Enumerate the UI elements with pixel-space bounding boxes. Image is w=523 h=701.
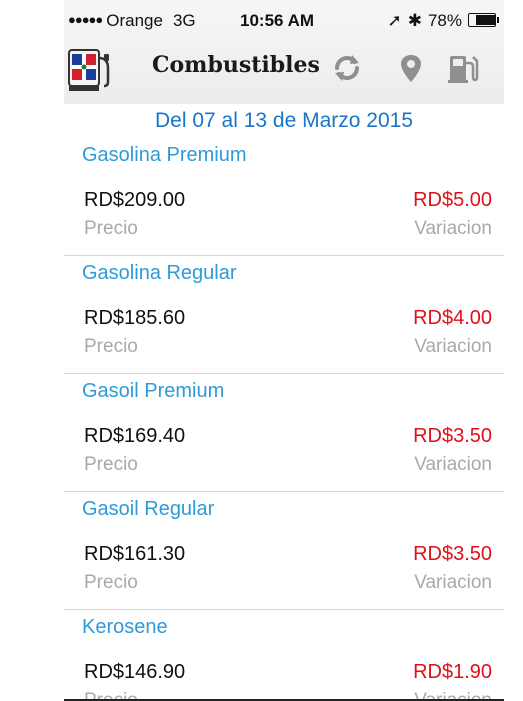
- price-label: Precio: [84, 218, 138, 239]
- fuel-price-list: Gasolina Premium RD$209.00 Precio RD$5.0…: [64, 138, 504, 701]
- variation-value: RD$4.00: [413, 307, 492, 329]
- price-label: Precio: [84, 454, 138, 475]
- carrier-name: Orange: [106, 11, 163, 30]
- list-item[interactable]: Gasoil Premium RD$169.40 Precio RD$3.50 …: [64, 374, 504, 492]
- phone-screen: ●●●●● Orange 3G 10:56 AM ➚ ✱ 78% Combustible…: [64, 0, 504, 701]
- price-value: RD$161.30: [84, 543, 186, 565]
- price-value: RD$146.90: [84, 661, 186, 683]
- variation-label: Variacion: [414, 336, 492, 357]
- fuel-name: Gasolina Premium: [82, 144, 247, 166]
- bluetooth-icon: ✱: [407, 11, 422, 30]
- date-range: Del 07 al 13 de Marzo 2015: [155, 109, 413, 132]
- variation-label: Variacion: [414, 572, 492, 593]
- battery-percent: 78%: [427, 11, 462, 30]
- price-value: RD$185.60: [84, 307, 186, 329]
- price-value: RD$209.00: [84, 189, 186, 211]
- refresh-icon[interactable]: [330, 51, 364, 85]
- price-label: Precio: [84, 336, 138, 357]
- fuel-name: Gasoil Premium: [82, 380, 225, 402]
- variation-label: Variacion: [414, 454, 492, 475]
- variation-value: RD$3.50: [413, 543, 492, 565]
- app-logo-icon[interactable]: [66, 46, 112, 94]
- battery-icon: [468, 13, 499, 27]
- status-time: 10:56 AM: [240, 11, 315, 30]
- status-bar: ●●●●● Orange 3G 10:56 AM ➚ ✱ 78%: [64, 0, 504, 42]
- nav-bar: Combustibles: [64, 42, 504, 104]
- list-item[interactable]: Gasolina Premium RD$209.00 Precio RD$5.0…: [64, 138, 504, 256]
- list-item[interactable]: Gasolina Regular RD$185.60 Precio RD$4.0…: [64, 256, 504, 374]
- price-value: RD$169.40: [84, 425, 186, 447]
- location-pin-icon[interactable]: [394, 51, 428, 85]
- app-title: Combustibles: [152, 52, 320, 78]
- variation-value: RD$5.00: [413, 189, 492, 211]
- list-item[interactable]: Kerosene RD$146.90 Precio RD$1.90 Variac…: [64, 610, 504, 701]
- variation-label: Variacion: [414, 218, 492, 239]
- fuel-pump-icon[interactable]: [445, 51, 479, 85]
- network-type: 3G: [172, 11, 196, 30]
- location-arrow-icon: ➚: [387, 11, 402, 30]
- price-label: Precio: [84, 572, 138, 593]
- fuel-name: Gasolina Regular: [82, 262, 237, 284]
- status-bar-left: ●●●●● Orange 3G: [68, 11, 196, 31]
- signal-strength-icon: ●●●●●: [68, 12, 103, 27]
- fuel-name: Gasoil Regular: [82, 498, 215, 520]
- list-item[interactable]: Gasoil Regular RD$161.30 Precio RD$3.50 …: [64, 492, 504, 610]
- variation-value: RD$3.50: [413, 425, 492, 447]
- status-bar-right: ➚ ✱ 78%: [381, 11, 499, 31]
- variation-value: RD$1.90: [413, 661, 492, 683]
- fuel-name: Kerosene: [82, 616, 168, 638]
